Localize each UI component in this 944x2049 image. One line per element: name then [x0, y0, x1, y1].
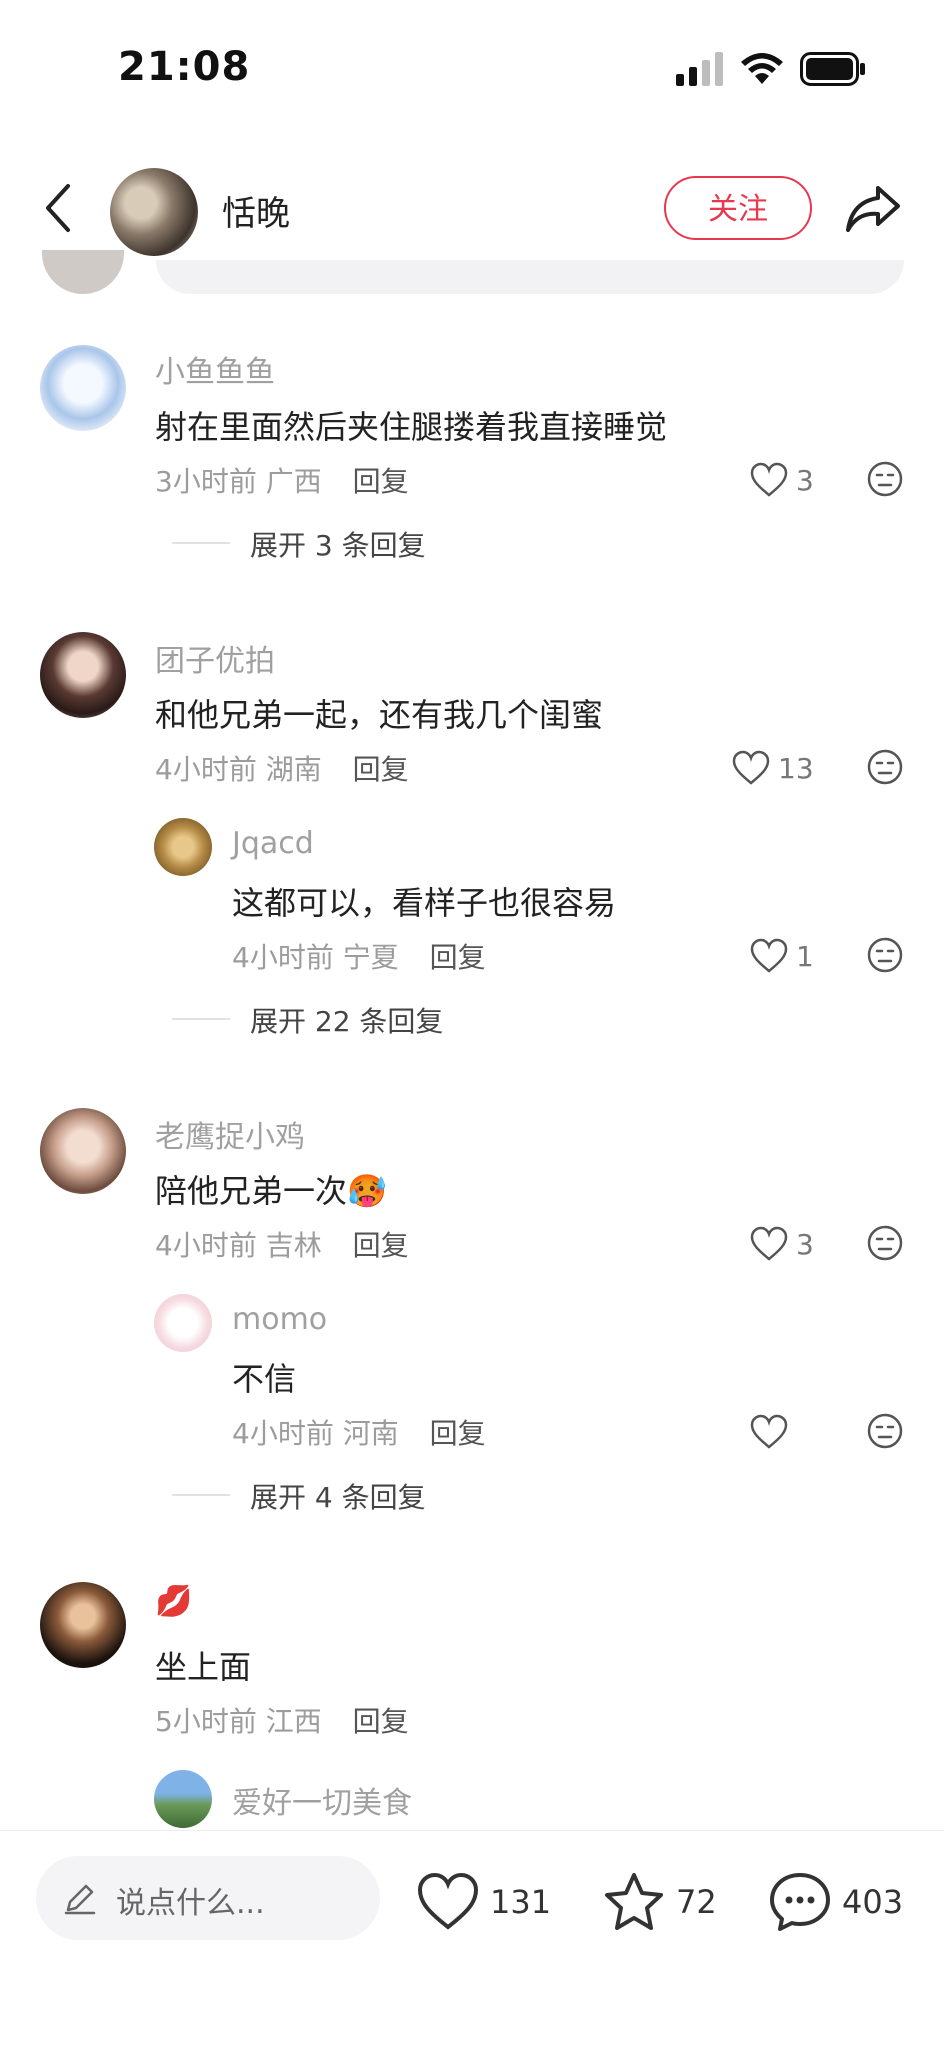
like-button[interactable]: 1	[750, 936, 814, 976]
comment-location: 吉林	[265, 1229, 322, 1262]
dislike-icon[interactable]	[866, 1412, 904, 1450]
battery-icon	[800, 52, 865, 86]
signal-icon	[676, 52, 723, 86]
reply-button[interactable]: 回复	[353, 465, 409, 498]
commenter-name[interactable]: 小鱼鱼鱼	[155, 347, 275, 391]
dislike-icon[interactable]	[866, 936, 904, 974]
reply-name[interactable]: momo	[232, 1302, 327, 1337]
expand-replies-button[interactable]: 展开 22 条回复	[250, 1000, 443, 1040]
reply-avatar[interactable]	[154, 818, 212, 876]
reply-name[interactable]: 爱好一切美食	[232, 1778, 412, 1822]
comment-time: 4小时前	[155, 753, 257, 786]
comment-location: 湖南	[265, 753, 322, 786]
reply-time: 4小时前	[232, 1417, 334, 1450]
post-favorite-count: 72	[676, 1883, 717, 1921]
reply-button[interactable]: 回复	[353, 753, 409, 786]
reply-button[interactable]: 回复	[353, 1705, 409, 1738]
comment-time: 3小时前	[155, 465, 257, 498]
comment-text[interactable]: 坐上面	[155, 1642, 251, 1688]
reply-meta: 4小时前 宁夏 回复	[232, 936, 486, 976]
reply-time: 4小时前	[232, 941, 334, 974]
reply-name[interactable]: Jqacd	[232, 826, 314, 861]
commenter-name[interactable]: 团子优拍	[155, 636, 275, 680]
comment-bubble-icon	[770, 1873, 830, 1931]
star-icon	[605, 1873, 663, 1930]
dislike-icon[interactable]	[866, 1224, 904, 1262]
note-header: 恬晚 关注	[0, 150, 944, 270]
bottom-action-bar: 说点什么... 131 72 403	[0, 1830, 944, 2049]
reply-button[interactable]: 回复	[430, 1417, 486, 1450]
like-count: 13	[778, 751, 814, 785]
reply-location: 宁夏	[342, 941, 399, 974]
wifi-icon	[741, 53, 783, 84]
reply-meta: 4小时前 河南 回复	[232, 1412, 486, 1452]
commenter-avatar[interactable]	[40, 1582, 126, 1668]
share-button[interactable]	[844, 182, 902, 236]
like-count: 1	[796, 939, 814, 973]
commenter-name[interactable]: 💋	[155, 1584, 192, 1619]
expand-replies-button[interactable]: 展开 4 条回复	[250, 1476, 426, 1516]
comment-meta: 3小时前 广西 回复	[155, 460, 409, 500]
heart-icon	[417, 1872, 479, 1930]
author-avatar[interactable]	[110, 168, 198, 256]
dislike-icon[interactable]	[866, 460, 904, 498]
like-count: 3	[796, 463, 814, 497]
commenter-name[interactable]: 老鹰捉小鸡	[155, 1112, 305, 1156]
hot-face-emoji: 🥵	[347, 1172, 387, 1210]
like-button[interactable]: 3	[750, 460, 814, 500]
commenter-avatar[interactable]	[40, 345, 126, 431]
comment-text[interactable]: 和他兄弟一起，还有我几个闺蜜	[155, 690, 603, 736]
post-comment-count: 403	[842, 1883, 904, 1921]
post-like-count: 131	[490, 1883, 552, 1921]
pencil-icon	[64, 1884, 96, 1915]
heart-icon	[750, 1226, 788, 1261]
like-button[interactable]: 3	[750, 1224, 814, 1264]
reply-button[interactable]: 回复	[353, 1229, 409, 1262]
comment-time: 4小时前	[155, 1229, 257, 1262]
reply-location: 河南	[342, 1417, 399, 1450]
like-button[interactable]: 13	[732, 748, 814, 788]
comment-input[interactable]: 说点什么...	[36, 1856, 380, 1940]
favorite-button[interactable]: 72	[602, 1871, 717, 1933]
like-button[interactable]	[750, 1412, 796, 1452]
commenter-avatar[interactable]	[40, 1108, 126, 1194]
heart-icon	[732, 750, 770, 785]
previous-comment-avatar	[42, 250, 124, 294]
reply-avatar[interactable]	[154, 1294, 212, 1352]
reply-text[interactable]: 这都可以，看样子也很容易	[232, 878, 616, 924]
comment-location: 江西	[265, 1705, 322, 1738]
like-post-button[interactable]: 131	[416, 1871, 551, 1933]
dislike-icon[interactable]	[866, 748, 904, 786]
heart-icon	[750, 462, 788, 497]
reply-avatar[interactable]	[154, 1770, 212, 1828]
comment-meta: 4小时前 吉林 回复	[155, 1224, 409, 1264]
comments-button[interactable]: 403	[768, 1871, 903, 1933]
comment-location: 广西	[265, 465, 322, 498]
like-count: 3	[796, 1227, 814, 1261]
reply-button[interactable]: 回复	[430, 941, 486, 974]
expand-divider	[172, 1494, 230, 1496]
comment-input-placeholder: 说点什么...	[116, 1886, 265, 1921]
expand-divider	[172, 542, 230, 544]
expand-replies-button[interactable]: 展开 3 条回复	[250, 524, 426, 564]
expand-divider	[172, 1018, 230, 1020]
back-button[interactable]	[38, 178, 78, 238]
heart-icon	[750, 938, 788, 973]
status-time: 21:08	[118, 44, 251, 90]
comment-meta: 5小时前 江西 回复	[155, 1700, 409, 1740]
previous-comment-box	[156, 260, 904, 294]
comment-text-body: 陪他兄弟一次	[155, 1172, 348, 1210]
commenter-avatar[interactable]	[40, 632, 126, 718]
reply-text[interactable]: 不信	[232, 1354, 296, 1400]
author-name[interactable]: 恬晚	[222, 186, 290, 235]
comment-meta: 4小时前 湖南 回复	[155, 748, 409, 788]
comment-time: 5小时前	[155, 1705, 257, 1738]
comment-text[interactable]: 射在里面然后夹住腿搂着我直接睡觉	[155, 402, 667, 448]
comment-text[interactable]: 陪他兄弟一次🥵	[155, 1166, 387, 1212]
follow-button[interactable]: 关注	[664, 176, 812, 240]
status-bar: 21:08	[0, 0, 944, 140]
heart-icon	[750, 1414, 788, 1449]
